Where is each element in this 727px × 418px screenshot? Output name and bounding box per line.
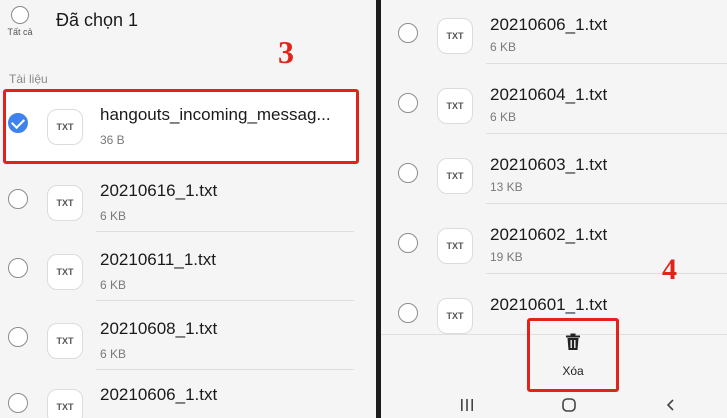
- file-name: 20210616_1.txt: [100, 181, 218, 200]
- file-checkbox[interactable]: [398, 233, 418, 253]
- back-icon[interactable]: [661, 396, 681, 414]
- file-size: 13 KB: [490, 180, 523, 194]
- file-row[interactable]: TXT 20210603_1.txt 13 KB: [381, 140, 727, 208]
- txt-file-icon: TXT: [47, 185, 83, 221]
- row-divider: [96, 300, 354, 301]
- txt-file-icon: TXT: [437, 228, 473, 264]
- file-name: 20210604_1.txt: [490, 85, 608, 104]
- highlight-box-delete: [527, 318, 619, 392]
- file-name: 20210601_1.txt: [490, 295, 608, 314]
- file-checkbox-checked[interactable]: [8, 113, 28, 133]
- file-row[interactable]: TXT 20210604_1.txt 6 KB: [381, 70, 727, 138]
- file-row[interactable]: TXT hangouts_incoming_messag... 36 B: [0, 88, 376, 156]
- system-nav-bar: [381, 392, 727, 418]
- txt-file-icon: TXT: [437, 298, 473, 334]
- file-name: 20210603_1.txt: [490, 155, 608, 174]
- recent-apps-icon[interactable]: [457, 396, 477, 414]
- txt-file-icon: TXT: [47, 109, 83, 145]
- file-size: 6 KB: [100, 209, 127, 223]
- file-row[interactable]: TXT 20210606_1.txt: [0, 368, 376, 418]
- file-checkbox[interactable]: [8, 258, 28, 278]
- file-name: 20210606_1.txt: [490, 15, 608, 34]
- file-checkbox[interactable]: [8, 393, 28, 413]
- section-label-documents: Tài liệu: [9, 72, 48, 86]
- row-divider: [486, 63, 727, 64]
- row-divider: [486, 133, 727, 134]
- row-divider: [486, 203, 727, 204]
- file-name: 20210608_1.txt: [100, 319, 218, 338]
- file-name: hangouts_incoming_messag...: [100, 105, 331, 124]
- file-name: 20210606_1.txt: [100, 385, 218, 404]
- file-checkbox[interactable]: [398, 93, 418, 113]
- home-icon[interactable]: [559, 396, 579, 414]
- txt-file-icon: TXT: [437, 158, 473, 194]
- step-3-annotation: 3: [278, 34, 294, 70]
- file-checkbox[interactable]: [398, 23, 418, 43]
- file-row[interactable]: TXT 20210611_1.txt 6 KB: [0, 233, 376, 301]
- file-size: 19 KB: [490, 250, 523, 264]
- file-size: 6 KB: [100, 347, 127, 361]
- file-checkbox[interactable]: [398, 163, 418, 183]
- txt-file-icon: TXT: [437, 18, 473, 54]
- file-size: 6 KB: [490, 110, 517, 124]
- left-screen: Tất cả Đã chọn 1 Tài liệu TXT hangouts_i…: [0, 0, 376, 418]
- file-size: 36 B: [100, 133, 125, 147]
- row-divider: [96, 231, 354, 232]
- file-name: 20210602_1.txt: [490, 225, 608, 244]
- file-size: 6 KB: [490, 40, 517, 54]
- row-divider: [486, 273, 727, 274]
- file-checkbox[interactable]: [398, 303, 418, 323]
- select-all-label: Tất cả: [7, 27, 33, 37]
- file-name: 20210611_1.txt: [100, 250, 216, 269]
- file-checkbox[interactable]: [8, 327, 28, 347]
- file-checkbox[interactable]: [8, 189, 28, 209]
- selected-count-title: Đã chọn 1: [56, 10, 139, 30]
- file-row[interactable]: TXT 20210616_1.txt 6 KB: [0, 164, 376, 232]
- txt-file-icon: TXT: [47, 254, 83, 290]
- txt-file-icon: TXT: [437, 88, 473, 124]
- select-all-checkbox[interactable]: Tất cả: [4, 6, 36, 37]
- select-all-circle[interactable]: [11, 6, 29, 24]
- file-size: 6 KB: [100, 278, 127, 292]
- file-row[interactable]: TXT 20210608_1.txt 6 KB: [0, 302, 376, 370]
- file-row[interactable]: TXT 20210606_1.txt 6 KB: [381, 0, 727, 68]
- txt-file-icon: TXT: [47, 323, 83, 359]
- step-4-annotation: 4: [662, 253, 677, 286]
- txt-file-icon: TXT: [47, 389, 83, 418]
